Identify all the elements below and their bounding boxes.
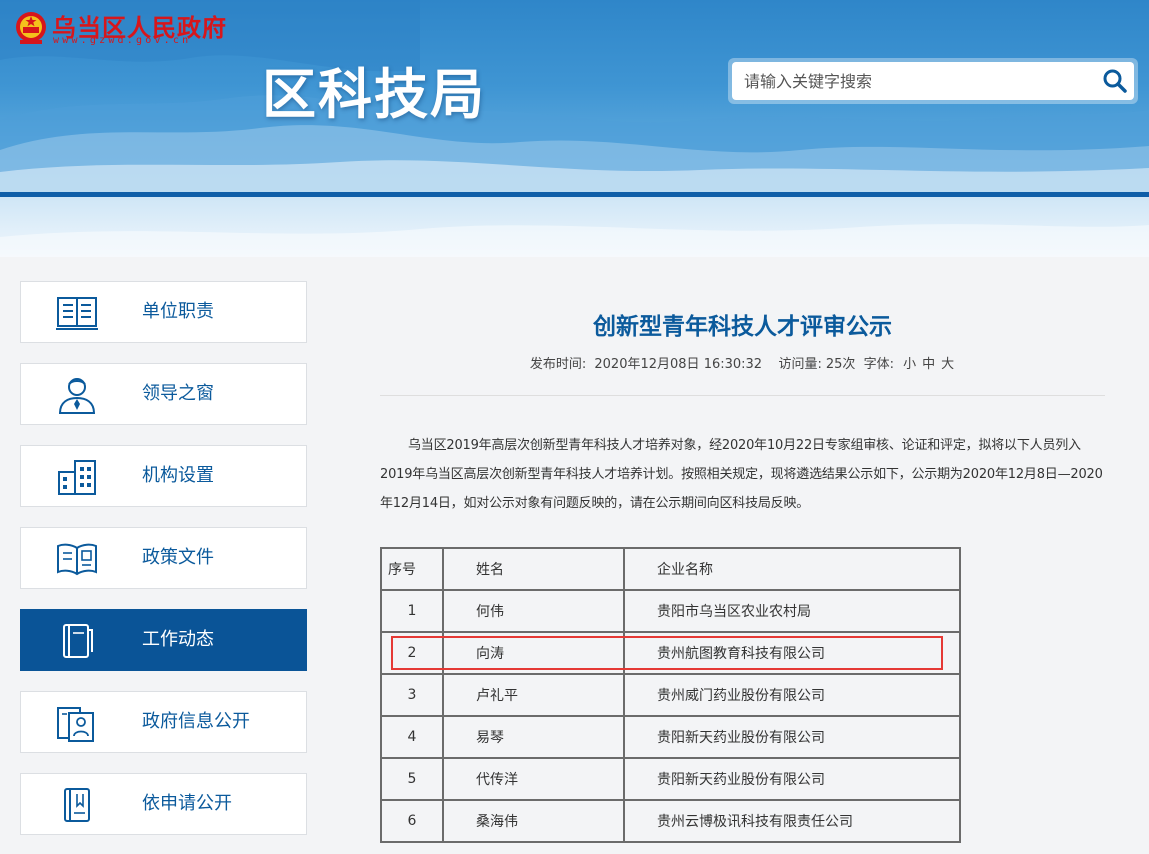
- font-size-small-button[interactable]: 小: [903, 357, 916, 372]
- article-meta: 发布时间: 2020年12月08日 16:30:32 访问量: 25次 字体: 小…: [380, 353, 1105, 372]
- cell-company: 贵阳市乌当区农业农村局: [623, 589, 961, 633]
- sidebar-item-gov-info-disclosure[interactable]: 政府信息公开: [20, 691, 307, 753]
- open-book-icon: [57, 543, 97, 576]
- sidebar-item-label: 机构设置: [142, 465, 214, 486]
- sidebar-item-label: 政府信息公开: [142, 711, 250, 732]
- table-header-row: 序号 姓名 企业名称: [380, 547, 961, 591]
- header-cell-company: 企业名称: [623, 547, 961, 591]
- article-title: 创新型青年科技人才评审公示: [593, 314, 892, 340]
- sidebar-item-leaders[interactable]: 领导之窗: [20, 363, 307, 425]
- sidebar-item-policy-documents[interactable]: 政策文件: [20, 527, 307, 589]
- publish-time: 2020年12月08日 16:30:32: [594, 357, 763, 372]
- cell-index: 3: [380, 673, 444, 717]
- cell-name: 易琴: [442, 715, 625, 759]
- sidebar-item-label: 政策文件: [142, 547, 214, 568]
- cell-name: 桑海伟: [442, 799, 625, 843]
- search-field-container: [732, 62, 1134, 100]
- sidebar-item-label: 单位职责: [142, 301, 214, 322]
- cell-company: 贵阳新天药业股份有限公司: [623, 715, 961, 759]
- article-content: 创新型青年科技人才评审公示 发布时间: 2020年12月08日 16:30:32…: [380, 257, 1105, 854]
- sidebar-item-label: 领导之窗: [142, 383, 214, 404]
- search-input[interactable]: [732, 62, 1092, 100]
- views-label: 访问量:: [778, 357, 822, 372]
- search-box: [728, 58, 1138, 104]
- info-file-icon: [57, 707, 94, 742]
- national-emblem-icon: [16, 12, 46, 44]
- banner-light-strip: [0, 197, 1149, 257]
- publish-time-label: 发布时间:: [529, 357, 587, 372]
- government-url[interactable]: www.gzwd.gov.cn: [53, 35, 191, 46]
- table-row: 4 易琴 贵阳新天药业股份有限公司: [380, 715, 961, 759]
- leader-icon: [58, 378, 96, 414]
- sidebar-item-label: 依申请公开: [142, 793, 232, 814]
- header-cell-name: 姓名: [442, 547, 625, 591]
- application-book-icon: [64, 788, 90, 822]
- highlight-box: [391, 636, 943, 670]
- cell-company: 贵州云博极讯科技有限责任公司: [623, 799, 961, 843]
- article-paragraph: 乌当区2019年高层次创新型青年科技人才培养对象，经2020年10月22日专家组…: [380, 438, 1103, 511]
- cell-index: 5: [380, 757, 444, 801]
- title-divider: [380, 395, 1105, 396]
- table-row: 5 代传洋 贵阳新天药业股份有限公司: [380, 757, 961, 801]
- views-count: 25次: [825, 357, 856, 372]
- document-list-icon: [56, 297, 98, 330]
- cell-name: 卢礼平: [442, 673, 625, 717]
- site-header: 乌当区人民政府 www.gzwd.gov.cn 区科技局: [0, 0, 1149, 192]
- header-cell-index: 序号: [380, 547, 444, 591]
- notebook-icon: [63, 624, 93, 658]
- font-size-label: 字体:: [863, 357, 894, 372]
- cell-name: 何伟: [442, 589, 625, 633]
- font-size-medium-button[interactable]: 中: [922, 357, 935, 372]
- font-size-large-button[interactable]: 大: [941, 357, 954, 372]
- candidate-table: 序号 姓名 企业名称 1 何伟 贵阳市乌当区农业农村局 2 向涛 贵州航图教育科…: [380, 547, 961, 843]
- table-row: 3 卢礼平 贵州威门药业股份有限公司: [380, 673, 961, 717]
- building-icon: [58, 460, 96, 495]
- sidebar-item-organization[interactable]: 机构设置: [20, 445, 307, 507]
- table-row: 1 何伟 贵阳市乌当区农业农村局: [380, 589, 961, 633]
- search-icon[interactable]: [1100, 66, 1130, 96]
- cell-name: 代传洋: [442, 757, 625, 801]
- cell-index: 6: [380, 799, 444, 843]
- page-title: 区科技局: [262, 63, 486, 126]
- cell-company: 贵阳新天药业股份有限公司: [623, 757, 961, 801]
- sidebar-item-work-news[interactable]: 工作动态: [20, 609, 307, 671]
- cell-index: 4: [380, 715, 444, 759]
- cell-index: 1: [380, 589, 444, 633]
- sidebar-item-responsibilities[interactable]: 单位职责: [20, 281, 307, 343]
- sidebar-item-disclosure-on-application[interactable]: 依申请公开: [20, 773, 307, 835]
- table-row: 6 桑海伟 贵州云博极讯科技有限责任公司: [380, 799, 961, 843]
- cell-company: 贵州威门药业股份有限公司: [623, 673, 961, 717]
- sidebar-item-label: 工作动态: [142, 629, 214, 650]
